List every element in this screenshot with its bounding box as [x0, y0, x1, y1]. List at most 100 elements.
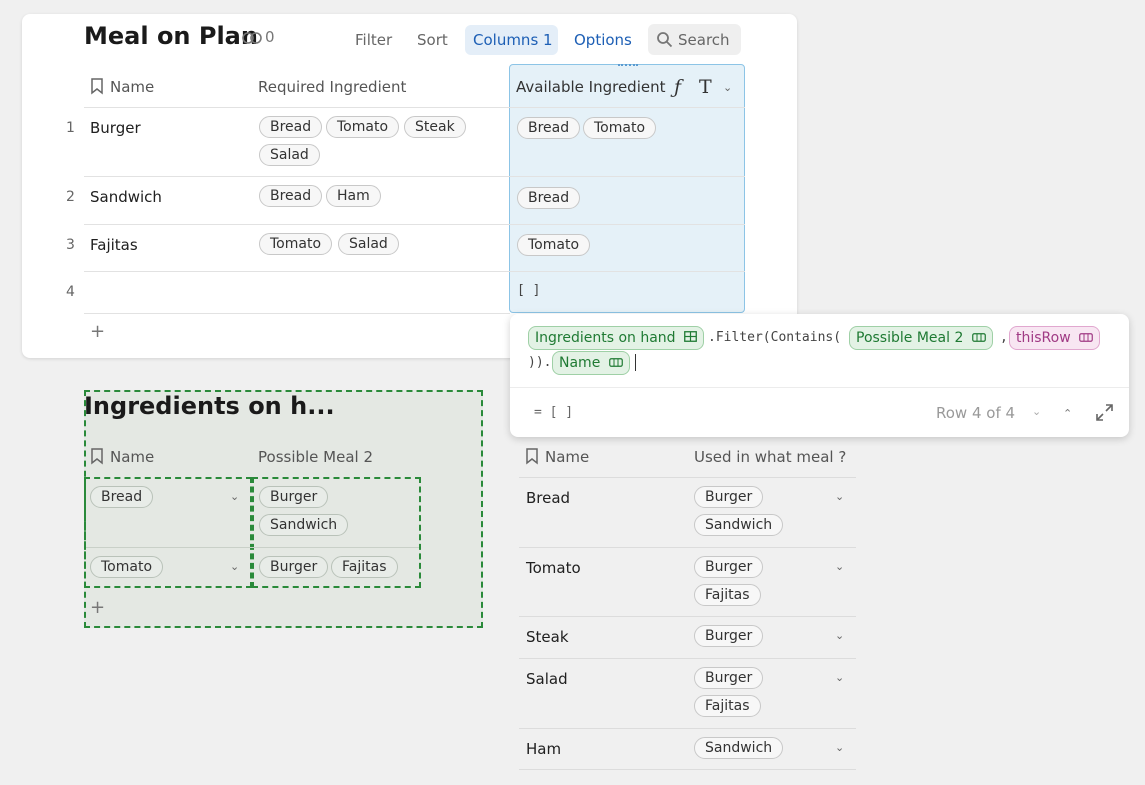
meal-chip[interactable]: Sandwich	[259, 514, 349, 536]
chevron-down-icon[interactable]: ⌄	[230, 560, 239, 573]
column-header-name[interactable]: Name	[545, 448, 589, 466]
ingredients-table-title: Ingredients on h...	[84, 392, 335, 420]
row-number: 4	[66, 284, 75, 300]
column-header-used-in-meal[interactable]: Used in what meal ?	[694, 448, 846, 466]
meal-chip[interactable]: Burger	[259, 556, 329, 578]
formula-text[interactable]: )).	[528, 355, 551, 370]
cell-name[interactable]: Bread	[526, 489, 570, 507]
column-icon	[971, 327, 986, 349]
cell-name[interactable]: Steak	[526, 628, 569, 646]
search-button-label: Search	[678, 31, 730, 49]
sort-button[interactable]: Sort	[417, 31, 448, 49]
chip-required[interactable]: Tomato	[259, 233, 333, 255]
column-drag-handle[interactable]	[618, 64, 638, 70]
formula-text[interactable]: .Filter(Contains(	[708, 330, 841, 345]
column-header-available-ingredient[interactable]: Available Ingredient	[516, 78, 666, 96]
expand-icon[interactable]	[1096, 404, 1113, 425]
chip-required[interactable]: Salad	[338, 233, 399, 255]
chevron-down-icon[interactable]: ⌄	[835, 560, 844, 573]
chip-required[interactable]: Tomato	[326, 116, 400, 138]
cell-name[interactable]: Tomato	[526, 559, 581, 577]
row-divider	[84, 313, 510, 314]
link-icon[interactable]	[242, 30, 262, 49]
formula-comma[interactable]: ,	[1000, 330, 1008, 345]
chevron-down-icon[interactable]: ⌄	[835, 671, 844, 684]
page-title: Meal on Plan	[84, 22, 258, 50]
meal-chip[interactable]: Fajitas	[331, 556, 398, 578]
column-header-name[interactable]: Name	[110, 448, 154, 466]
row-divider	[84, 224, 745, 225]
column-header-required-ingredient[interactable]: Required Ingredient	[258, 78, 406, 96]
row-divider	[84, 271, 745, 272]
chip-available[interactable]: Bread	[517, 187, 581, 209]
column-header-name[interactable]: Name	[110, 78, 154, 96]
chevron-up-icon[interactable]: ⌃	[1063, 407, 1072, 420]
chevron-down-icon[interactable]: ⌄	[723, 81, 732, 94]
name-reference-label: Name	[559, 355, 601, 371]
row-divider	[519, 769, 856, 770]
this-row-token[interactable]: thisRow	[1009, 326, 1101, 350]
cell-name[interactable]: Ham	[526, 740, 561, 758]
chip-required[interactable]: Bread	[259, 185, 323, 207]
meal-chip[interactable]: Burger	[259, 486, 329, 508]
chip-required[interactable]: Salad	[259, 144, 320, 166]
filter-button[interactable]: Filter	[355, 31, 392, 49]
add-row-button[interactable]: +	[90, 597, 105, 618]
cell-name[interactable]: Fajitas	[90, 236, 138, 254]
ingredient-name-chip[interactable]: Tomato	[90, 556, 164, 578]
chevron-down-icon[interactable]: ⌄	[835, 629, 844, 642]
column-header-possible-meal[interactable]: Possible Meal 2	[258, 448, 373, 466]
chip-available[interactable]: Bread	[517, 117, 581, 139]
text-type-icon[interactable]: T	[699, 76, 712, 98]
chevron-down-icon[interactable]: ⌄	[1032, 405, 1041, 418]
meal-chip[interactable]: Sandwich	[694, 737, 784, 759]
formula-icon[interactable]: ƒ	[674, 76, 681, 98]
cell-name[interactable]: Sandwich	[90, 188, 162, 206]
meal-chip[interactable]: Burger	[694, 556, 764, 578]
row-number: 3	[66, 237, 75, 253]
table-reference-token[interactable]: Ingredients on hand	[528, 326, 704, 350]
meal-chip[interactable]: Burger	[694, 625, 764, 647]
options-button[interactable]: Options	[574, 31, 632, 49]
columns-count: 1	[543, 31, 553, 49]
text-cursor	[635, 354, 636, 371]
chip-required[interactable]: Bread	[259, 116, 323, 138]
search-icon	[656, 31, 673, 52]
meal-chip[interactable]: Burger	[694, 667, 764, 689]
row-divider	[519, 477, 856, 478]
cell-name[interactable]: Salad	[526, 670, 568, 688]
column-reference-token[interactable]: Possible Meal 2	[849, 326, 993, 350]
name-reference-token[interactable]: Name	[552, 351, 630, 375]
meal-chip[interactable]: Fajitas	[694, 695, 761, 717]
row-divider	[84, 176, 745, 177]
row-divider	[519, 728, 856, 729]
row-number: 2	[66, 189, 75, 205]
bookmark-icon	[90, 448, 104, 469]
link-count: 0	[265, 28, 275, 46]
add-row-button[interactable]: +	[90, 321, 105, 342]
chip-available[interactable]: Tomato	[583, 117, 657, 139]
chip-required[interactable]: Steak	[404, 116, 466, 138]
column-icon	[608, 352, 623, 374]
columns-button-label: Columns	[473, 31, 539, 49]
bookmark-icon	[90, 78, 104, 99]
chevron-down-icon[interactable]: ⌄	[835, 741, 844, 754]
meal-chip[interactable]: Burger	[694, 486, 764, 508]
table-reference-label: Ingredients on hand	[535, 330, 676, 346]
chip-required[interactable]: Ham	[326, 185, 381, 207]
row-divider	[84, 107, 745, 108]
cell-available-empty[interactable]: [ ]	[517, 283, 540, 298]
chip-available[interactable]: Tomato	[517, 234, 591, 256]
bookmark-icon	[525, 448, 539, 469]
table-icon	[684, 327, 697, 349]
formula-result: = [ ]	[534, 405, 574, 420]
row-divider	[519, 547, 856, 548]
ingredient-name-chip[interactable]: Bread	[90, 486, 154, 508]
meal-chip[interactable]: Fajitas	[694, 584, 761, 606]
meal-chip[interactable]: Sandwich	[694, 514, 784, 536]
row-divider	[519, 616, 856, 617]
formula-divider	[510, 387, 1129, 388]
cell-name[interactable]: Burger	[90, 119, 141, 137]
chevron-down-icon[interactable]: ⌄	[230, 490, 239, 503]
chevron-down-icon[interactable]: ⌄	[835, 490, 844, 503]
